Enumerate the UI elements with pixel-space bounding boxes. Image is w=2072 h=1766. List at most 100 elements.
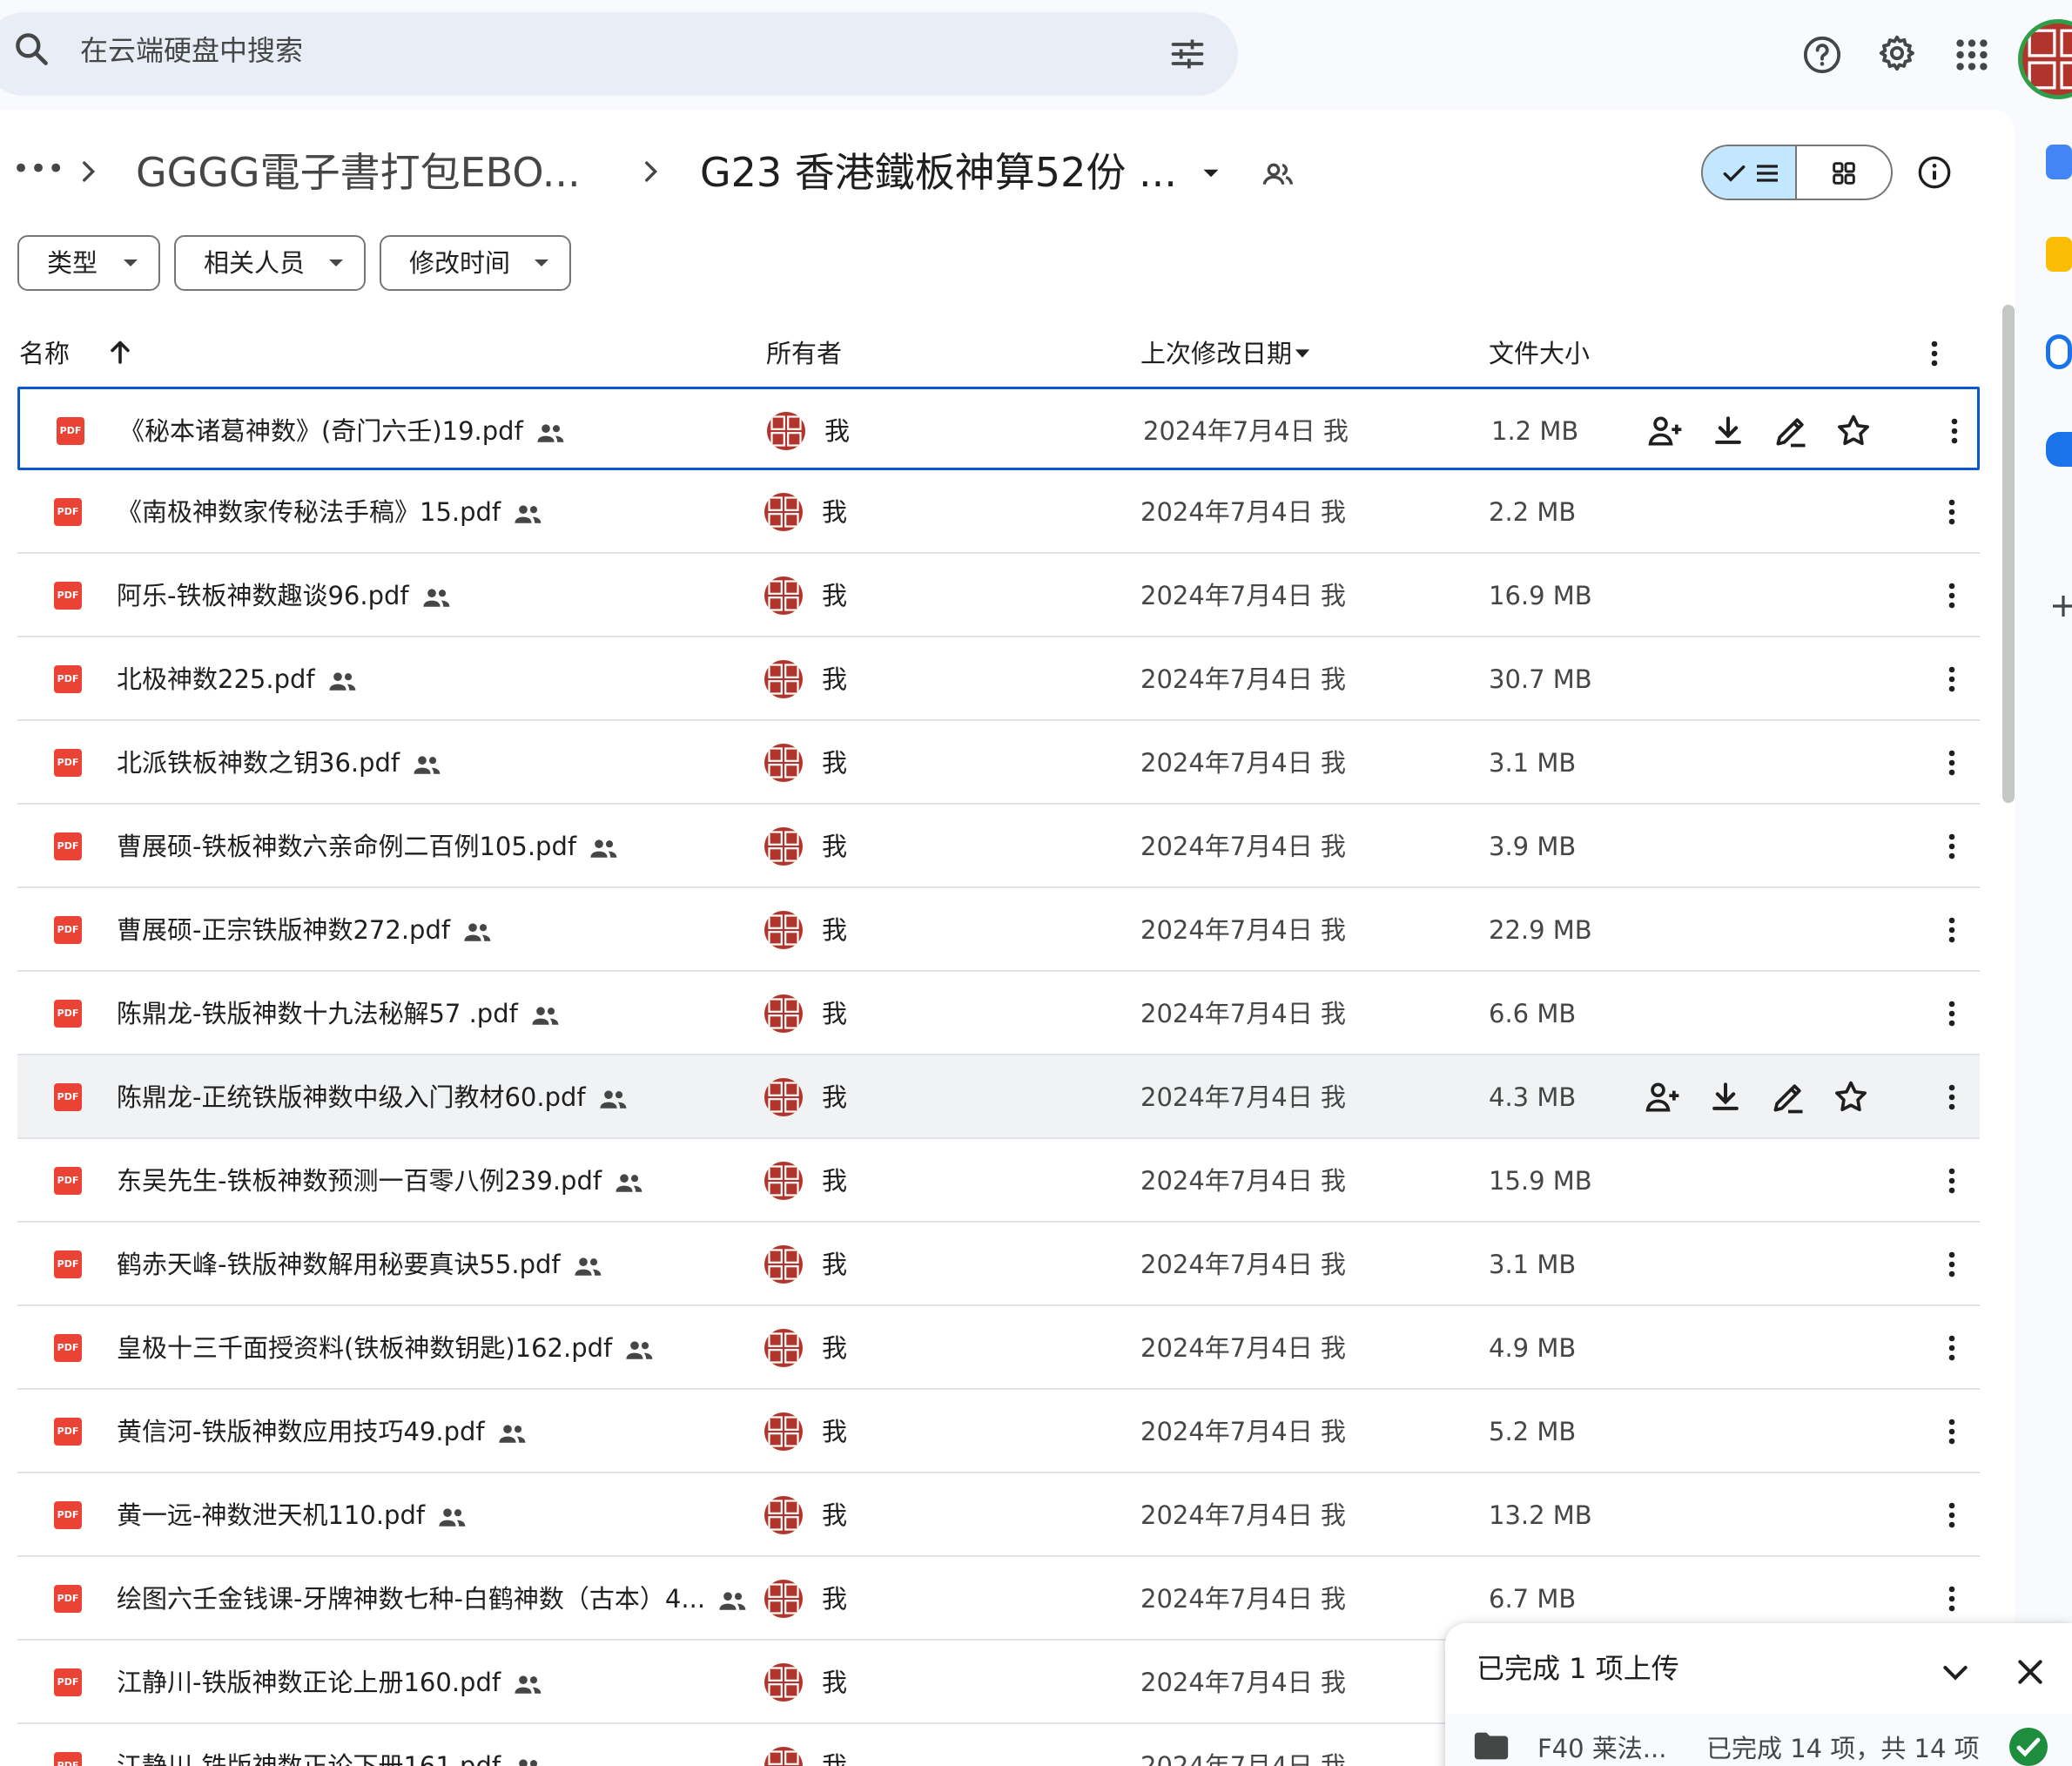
apps-icon[interactable] (1952, 35, 1992, 75)
search-input[interactable]: 在云端硬盘中搜索 (80, 31, 303, 70)
file-row[interactable]: PDF 《南极神数家传秘法手稿》15.pdf 我 2024年7月4日 我 2.2 MB (17, 470, 1980, 554)
column-header-modified[interactable]: 上次修改日期 (1140, 336, 1292, 371)
more-actions-icon[interactable] (1933, 576, 1971, 615)
download-icon[interactable] (1706, 1078, 1745, 1116)
share-button-icon[interactable] (1646, 412, 1685, 450)
more-actions-icon[interactable] (1933, 1162, 1971, 1200)
more-actions-icon[interactable] (1933, 493, 1971, 531)
file-name[interactable]: 绘图六壬金钱课-牙牌神数七种-白鹤神数（古本）4... (117, 1580, 749, 1618)
more-actions-icon[interactable] (1935, 412, 1974, 450)
breadcrumb-parent-folder[interactable]: GGGG電子書打包EBO... (136, 146, 581, 199)
pdf-file-icon: PDF (54, 582, 82, 610)
download-icon[interactable] (1709, 412, 1747, 450)
more-actions-icon[interactable] (1933, 1580, 1971, 1618)
file-row[interactable]: PDF 北派铁板神数之钥36.pdf 我 2024年7月4日 我 3.1 MB (17, 721, 1980, 805)
add-addon-icon[interactable] (2049, 592, 2072, 620)
breadcrumb-current-folder[interactable]: G23 香港鐵板神算52份 ... (700, 146, 1177, 199)
scrollbar-thumb[interactable] (2002, 305, 2015, 803)
column-options-more-icon[interactable] (1915, 334, 1954, 373)
file-name[interactable]: 阿乐-铁板神数趣谈96.pdf (117, 576, 453, 615)
file-row[interactable]: PDF 曹展硕-铁板神数六亲命例二百例105.pdf 我 2024年7月4日 我 3.9… (17, 805, 1980, 888)
more-actions-icon[interactable] (1933, 1329, 1971, 1367)
keep-icon[interactable] (2046, 237, 2072, 272)
column-header-name[interactable]: 名称 (19, 336, 70, 371)
close-icon[interactable] (2013, 1655, 2048, 1689)
shared-icon (719, 1592, 746, 1610)
chevron-right-icon (645, 161, 658, 182)
file-row[interactable]: PDF 皇极十三千面授资料(铁板神数钥匙)162.pdf 我 2024年7月4日 我 4… (17, 1306, 1980, 1390)
file-name[interactable]: 江静川-铁版神数正论下册161.pdf (117, 1747, 544, 1766)
search-options-icon[interactable] (1168, 35, 1207, 73)
file-row[interactable]: PDF 东吴先生-铁板神数预测一百零八例239.pdf 我 2024年7月4日 我 15… (17, 1139, 1980, 1223)
file-name[interactable]: 《秘本诸葛神数》(奇门六壬)19.pdf (119, 412, 567, 450)
settings-icon[interactable] (1877, 33, 1917, 73)
file-name[interactable]: 曹展硕-正宗铁版神数272.pdf (117, 911, 494, 949)
collapse-chevron-icon[interactable] (1938, 1655, 1973, 1689)
file-name[interactable]: 北极神数225.pdf (117, 660, 359, 698)
more-actions-icon[interactable] (1933, 827, 1971, 866)
file-row[interactable]: PDF 阿乐-铁板神数趣谈96.pdf 我 2024年7月4日 我 16.9 MB (17, 554, 1980, 637)
file-name[interactable]: 江静川-铁版神数正论上册160.pdf (117, 1663, 544, 1702)
pdf-file-icon: PDF (54, 1668, 82, 1696)
file-name[interactable]: 曹展硕-铁板神数六亲命例二百例105.pdf (117, 827, 620, 866)
file-row[interactable]: PDF 鹤赤天峰-铁版神数解用秘要真诀55.pdf 我 2024年7月4日 我 3.1 … (17, 1223, 1980, 1306)
more-actions-icon[interactable] (1933, 1496, 1971, 1534)
shared-icon (515, 1675, 542, 1694)
grid-view-button[interactable] (1797, 146, 1891, 199)
file-row[interactable]: PDF 陈鼎龙-铁版神数十九法秘解57 .pdf 我 2024年7月4日 我 6.6 M… (17, 972, 1980, 1055)
list-view-button[interactable] (1703, 146, 1797, 199)
rename-pencil-icon[interactable] (1769, 1078, 1807, 1116)
file-size: 2.2 MB (1489, 497, 1577, 527)
tasks-icon[interactable] (2046, 334, 2072, 369)
file-row[interactable]: PDF 《秘本诸葛神数》(奇门六壬)19.pdf 我 2024年7月4日 我 1.2 M… (17, 387, 1980, 470)
filter-modified-chip[interactable]: 修改时间 (380, 235, 571, 291)
help-icon[interactable] (1802, 35, 1842, 75)
more-actions-icon[interactable] (1933, 994, 1971, 1033)
rename-pencil-icon[interactable] (1772, 412, 1810, 450)
file-row[interactable]: PDF 黄信河-铁版神数应用技巧49.pdf 我 2024年7月4日 我 5.2 MB (17, 1390, 1980, 1473)
account-avatar[interactable] (2018, 19, 2072, 99)
more-actions-icon[interactable] (1933, 911, 1971, 949)
star-icon[interactable] (1832, 1078, 1870, 1116)
file-name-text: 皇极十三千面授资料(铁板神数钥匙)162.pdf (117, 1333, 613, 1363)
share-button-icon[interactable] (1644, 1078, 1682, 1116)
file-name[interactable]: 东吴先生-铁板神数预测一百零八例239.pdf (117, 1162, 645, 1200)
owner-avatar (764, 744, 803, 782)
caret-down-icon[interactable] (1290, 341, 1315, 366)
sort-ascending-arrow-icon[interactable] (104, 336, 136, 367)
more-actions-icon[interactable] (1933, 1078, 1971, 1116)
breadcrumb-overflow[interactable]: ••• (12, 143, 64, 195)
owner-avatar (764, 827, 803, 866)
search-icon[interactable] (12, 30, 50, 68)
more-actions-icon[interactable] (1933, 1412, 1971, 1451)
calendar-icon[interactable] (2046, 145, 2072, 179)
info-icon[interactable] (1917, 155, 1952, 190)
file-name-text: 曹展硕-正宗铁版神数272.pdf (117, 915, 451, 945)
file-name[interactable]: 《南极神数家传秘法手稿》15.pdf (117, 493, 544, 531)
file-name[interactable]: 黄一远-神数泄天机110.pdf (117, 1496, 468, 1534)
upload-item[interactable]: F40 莱法... 已完成 14 项，共 14 项 (1445, 1714, 2072, 1766)
more-actions-icon[interactable] (1933, 1245, 1971, 1284)
star-icon[interactable] (1834, 412, 1873, 450)
file-name[interactable]: 陈鼎龙-铁版神数十九法秘解57 .pdf (117, 994, 562, 1033)
filter-type-chip[interactable]: 类型 (17, 235, 160, 291)
file-row[interactable]: PDF 陈鼎龙-正统铁版神数中级入门教材60.pdf 我 2024年7月4日 我 4.3… (17, 1055, 1980, 1139)
file-row[interactable]: PDF 曹展硕-正宗铁版神数272.pdf 我 2024年7月4日 我 22.9 MB (17, 888, 1980, 972)
more-actions-icon[interactable] (1933, 744, 1971, 782)
contacts-icon[interactable] (2046, 432, 2072, 467)
shared-icon (423, 589, 450, 607)
file-name[interactable]: 陈鼎龙-正统铁版神数中级入门教材60.pdf (117, 1078, 629, 1116)
more-actions-icon[interactable] (1933, 660, 1971, 698)
file-row[interactable]: PDF 黄一远-神数泄天机110.pdf 我 2024年7月4日 我 13.2 MB (17, 1473, 1980, 1557)
folder-menu-dropdown-icon[interactable] (1196, 158, 1226, 188)
file-name[interactable]: 黄信河-铁版神数应用技巧49.pdf (117, 1412, 528, 1451)
file-name[interactable]: 鹤赤天峰-铁版神数解用秘要真诀55.pdf (117, 1245, 604, 1284)
filter-people-chip[interactable]: 相关人员 (174, 235, 366, 291)
file-row[interactable]: PDF 北极神数225.pdf 我 2024年7月4日 我 30.7 MB (17, 637, 1980, 721)
shared-folder-icon[interactable] (1261, 157, 1295, 192)
file-name[interactable]: 北派铁板神数之钥36.pdf (117, 744, 443, 782)
owner-name: 我 (824, 416, 851, 446)
owner-name: 我 (822, 1250, 848, 1279)
file-name[interactable]: 皇极十三千面授资料(铁板神数钥匙)162.pdf (117, 1329, 656, 1367)
upload-complete-check-icon (2009, 1728, 2048, 1766)
